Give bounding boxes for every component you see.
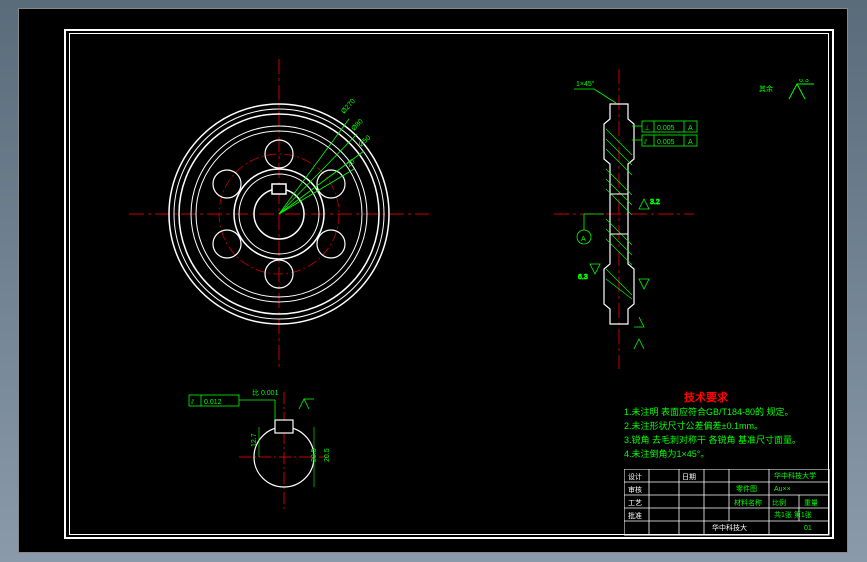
svg-text:⊥: ⊥ [644,125,650,132]
tb-part: 零件图 [736,484,757,493]
svg-text:12.7: 12.7 [251,433,258,447]
svg-text:设计: 设计 [628,472,642,481]
svg-text:华中科技大: 华中科技大 [712,523,747,532]
title-block: 零件图 华中科技大学 Au×× 设计 审核 工艺 批准 日期 材料名称 比例 重… [624,469,832,537]
svg-text:0.005: 0.005 [657,139,675,146]
svg-text:0.005: 0.005 [657,125,675,132]
svg-text:Au××: Au×× [774,486,791,493]
tb-sheet: 共1张 第1张 [774,510,812,519]
note-4: 4.未注倒角为1×45°。 [624,448,709,459]
svg-text:工艺: 工艺 [628,499,642,507]
chamfer-label: 1×45° [576,80,595,88]
svg-text:⫽: ⫽ [643,138,648,146]
svg-text:比 0.001: 比 0.001 [252,388,279,397]
note-2: 2.未注形状尺寸公差偏差±0.1mm。 [624,420,763,431]
svg-text:3.2: 3.2 [650,199,660,206]
svg-text:0.012: 0.012 [204,399,222,406]
svg-text:⫽: ⫽ [190,398,195,406]
note-1: 1.未注明 表面应符合GB/T184-80的 规定。 [624,406,794,417]
svg-text:比例: 比例 [772,498,786,507]
svg-text:6.3: 6.3 [578,274,588,281]
svg-text:材料名称: 材料名称 [734,498,762,507]
svg-text:A: A [688,139,693,146]
rest-label: 其余 [759,84,773,93]
dim-d2: Ø80 [350,118,364,132]
tolerance-frame-2: ⫽ 0.005 A [632,135,697,146]
svg-text:日期: 日期 [682,473,696,481]
tolerance-frame-1: ⊥ 0.005 A [632,121,697,132]
svg-text:A: A [581,236,586,243]
keyway-detail: ⫽ 0.012 比 0.001 12.7 20.5 20.5 [184,387,384,517]
svg-text:20.5: 20.5 [324,448,331,462]
svg-text:A: A [688,125,693,132]
svg-text:01: 01 [804,525,812,532]
tech-requirements: 技术要求 1.未注明 表面应符合GB/T184-80的 规定。 2.未注形状尺寸… [624,389,844,469]
cad-drawing-canvas[interactable]: Ø270 Ø80 Ø50 20 1×45° ⊥ [18,8,848,553]
notes-title: 技术要求 [684,390,729,404]
surface-finish-global: 其余 6.3 [759,79,829,109]
svg-text:审核: 审核 [628,485,642,494]
dim-d1: Ø270 [340,98,357,115]
svg-text:20.5: 20.5 [311,448,318,462]
svg-text:6.3: 6.3 [799,79,809,84]
datum-a: A [577,214,604,244]
svg-text:重量: 重量 [804,499,818,507]
gear-section-view: 1×45° ⊥ 0.005 A ⫽ 0 [554,69,714,369]
tb-company: 华中科技大学 [774,471,816,480]
gear-front-view: Ø270 Ø80 Ø50 20 [129,59,429,369]
svg-text:批准: 批准 [628,511,642,520]
note-3: 3.锐角 去毛刺对称干 各锐角 基准尺寸面量。 [624,434,801,445]
